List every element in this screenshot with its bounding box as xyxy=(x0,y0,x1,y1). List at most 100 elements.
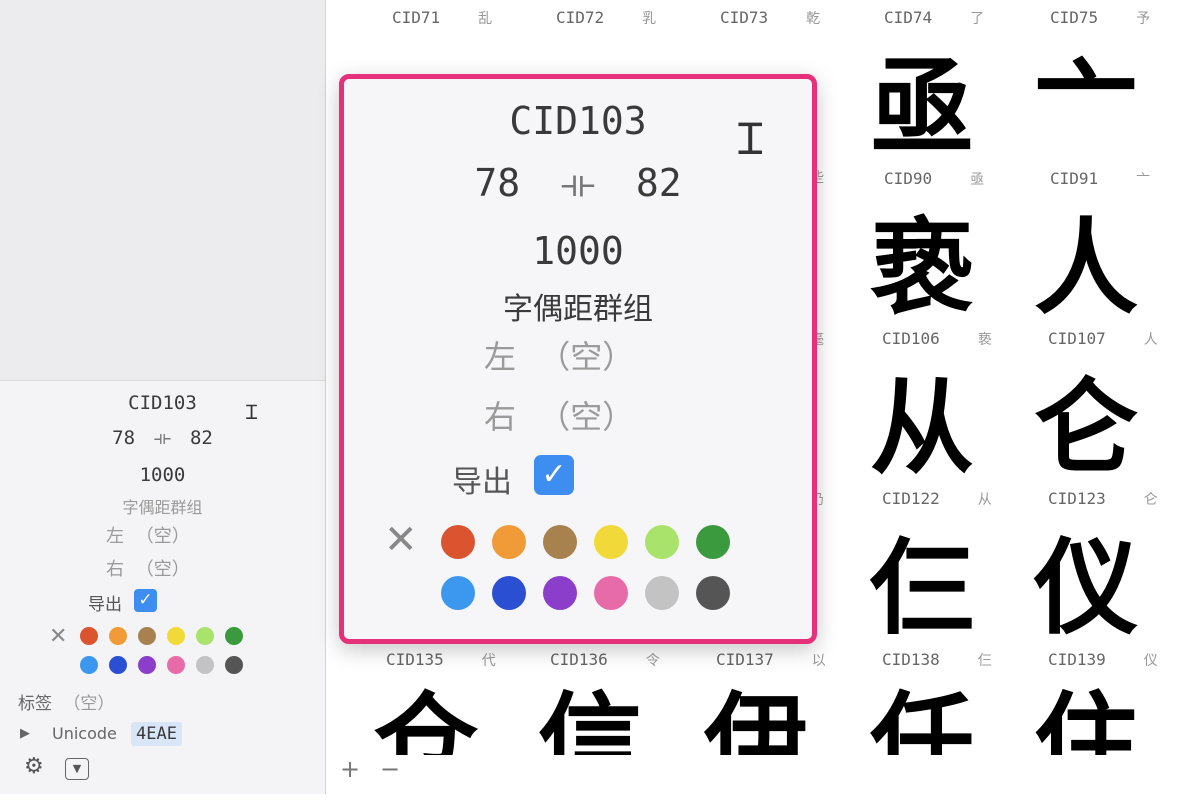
popup-color-swatch[interactable] xyxy=(441,576,475,610)
popup-left-sidebearing[interactable]: 78 xyxy=(474,161,520,205)
popup-export-checkbox[interactable]: ✓ xyxy=(534,455,574,495)
sidebar-color-swatch[interactable] xyxy=(196,656,214,674)
glyph-caption-label: CID122 xyxy=(882,489,940,508)
popup-color-swatch[interactable] xyxy=(543,576,577,610)
glyph-cell[interactable]: 亠 xyxy=(1034,56,1138,160)
glyph-caption-char: 令 xyxy=(645,653,660,669)
metrics-icon: ⟛ xyxy=(153,427,172,449)
sidebar-right-group-row: 右 （空） xyxy=(106,555,190,581)
glyph-caption-label: CID138 xyxy=(882,650,940,669)
glyph-caption: CID75 予 xyxy=(1050,8,1150,28)
popup-export-label: 导出 xyxy=(452,465,512,500)
glyph-caption: CID72 乳 xyxy=(556,8,656,28)
glyph-caption: CID74 了 xyxy=(884,8,984,28)
sidebar-glyph-name[interactable]: CID103 xyxy=(0,392,325,414)
glyph-caption-char: 乾 xyxy=(806,11,821,27)
sidebar-right-sidebearing[interactable]: 82 xyxy=(190,427,213,449)
popup-left-label: 左 xyxy=(484,338,517,376)
glyph-cell[interactable]: 从 xyxy=(870,376,974,480)
popup-metrics-row: 78 ⟛ 82 xyxy=(344,161,812,206)
glyph-caption: CID107 人 xyxy=(1048,329,1158,349)
glyph-caption: CID91 亠 xyxy=(1050,169,1150,189)
popup-color-swatch[interactable] xyxy=(441,525,475,559)
glyph-caption: CID122 从 xyxy=(882,489,992,509)
glyph-caption-label: CID91 xyxy=(1050,169,1099,188)
popup-color-swatch[interactable] xyxy=(645,525,679,559)
glyph-cell[interactable]: 亵 xyxy=(870,216,974,320)
glyph-caption-label: CID71 xyxy=(392,8,441,27)
glyph-caption-char: 仑 xyxy=(1143,492,1158,508)
sidebar-right-value[interactable]: （空） xyxy=(136,559,190,580)
sidebar-preview-area xyxy=(0,0,325,381)
sidebar-left-value[interactable]: （空） xyxy=(136,526,190,547)
popup-color-swatch[interactable] xyxy=(492,576,526,610)
sidebar-unicode-value[interactable]: 4EAE xyxy=(131,722,182,746)
sidebar-export-checkbox[interactable]: ✓ xyxy=(134,589,157,612)
popup-color-swatch[interactable] xyxy=(645,576,679,610)
glyph-caption-char: 仪 xyxy=(1143,653,1158,669)
sidebar-tags-row: 标签 （空） xyxy=(18,689,114,714)
sidebar-color-swatch[interactable] xyxy=(167,656,185,674)
glyph-cell[interactable]: 仨 xyxy=(870,536,974,640)
popup-color-swatch[interactable] xyxy=(594,525,628,559)
add-glyph-button[interactable]: + xyxy=(340,755,360,783)
sidebar-color-swatch[interactable] xyxy=(80,656,98,674)
sidebar-color-swatch[interactable] xyxy=(225,656,243,674)
glyph-cell[interactable]: 人 xyxy=(1034,216,1138,320)
glyph-caption-char: 亟 xyxy=(970,172,985,188)
sidebar-unicode-label: Unicode xyxy=(52,724,117,743)
glyph-caption-char: 亵 xyxy=(977,332,992,348)
glyph-caption-char: 乱 xyxy=(478,11,493,27)
popup-right-label: 右 xyxy=(484,398,517,436)
glyph-caption-label: CID135 xyxy=(386,650,444,669)
glyph-caption-label: CID137 xyxy=(716,650,774,669)
sidebar-color-swatch[interactable] xyxy=(80,627,98,645)
popup-glyph-width[interactable]: 1000 xyxy=(344,229,812,273)
glyph-caption: CID139 仪 xyxy=(1048,650,1158,670)
popup-right-sidebearing[interactable]: 82 xyxy=(636,161,682,205)
sidebar-export-label: 导出 xyxy=(88,595,122,615)
sidebar-tags-value[interactable]: （空） xyxy=(63,694,114,714)
glyph-caption: CID123 仑 xyxy=(1048,489,1158,509)
popup-color-swatch[interactable] xyxy=(696,576,730,610)
sidebar-right-label: 右 xyxy=(106,559,124,580)
disclosure-triangle-icon[interactable]: ▶ xyxy=(20,726,30,741)
gear-icon[interactable]: ⚙ xyxy=(24,754,44,779)
popup-clear-color-icon[interactable]: ✕ xyxy=(384,517,418,563)
glyph-caption-label: CID123 xyxy=(1048,489,1106,508)
glyph-caption-char: 亠 xyxy=(1136,172,1151,188)
sidebar-color-swatch[interactable] xyxy=(225,627,243,645)
sidebar-left-sidebearing[interactable]: 78 xyxy=(112,427,135,449)
glyph-cell[interactable]: 亟 xyxy=(870,56,974,160)
glyph-caption-label: CID106 xyxy=(882,329,940,348)
popup-color-swatch[interactable] xyxy=(492,525,526,559)
popup-left-value[interactable]: （空） xyxy=(538,338,634,376)
remove-glyph-button[interactable]: − xyxy=(380,755,400,783)
glyph-caption-label: CID90 xyxy=(884,169,933,188)
sidebar-glyph-width[interactable]: 1000 xyxy=(0,464,325,486)
sidebar-color-swatch[interactable] xyxy=(109,656,127,674)
popup-right-value[interactable]: （空） xyxy=(538,398,634,436)
sidebar-color-swatch[interactable] xyxy=(109,627,127,645)
sidebar-color-swatch[interactable] xyxy=(196,627,214,645)
popup-text-cursor-icon: Ɪ xyxy=(738,114,763,165)
sidebar-color-swatch[interactable] xyxy=(138,656,156,674)
sidebar-clear-color-icon[interactable]: ✕ xyxy=(49,624,67,649)
popup-color-swatch[interactable] xyxy=(594,576,628,610)
sidebar-kerning-group-label: 字偶距群组 xyxy=(122,498,203,517)
glyph-caption: CID106 亵 xyxy=(882,329,992,349)
sidebar-color-swatch[interactable] xyxy=(167,627,185,645)
dropdown-menu-icon[interactable]: ▼ xyxy=(65,758,89,780)
glyph-cell[interactable]: 仪 xyxy=(1034,536,1138,640)
popup-kerning-group-label: 字偶距群组 xyxy=(503,292,653,327)
glyph-caption: CID135 代 xyxy=(386,650,496,670)
popup-left-group-row: 左 （空） xyxy=(484,332,634,378)
popup-metrics-icon: ⟛ xyxy=(560,161,596,205)
popup-color-swatch[interactable] xyxy=(696,525,730,559)
glyph-caption-label: CID139 xyxy=(1048,650,1106,669)
sidebar-tags-label: 标签 xyxy=(18,694,52,714)
glyph-cell[interactable]: 仑 xyxy=(1034,376,1138,480)
popup-color-swatch[interactable] xyxy=(543,525,577,559)
sidebar-color-swatch[interactable] xyxy=(138,627,156,645)
popup-right-group-row: 右 （空） xyxy=(484,392,634,438)
